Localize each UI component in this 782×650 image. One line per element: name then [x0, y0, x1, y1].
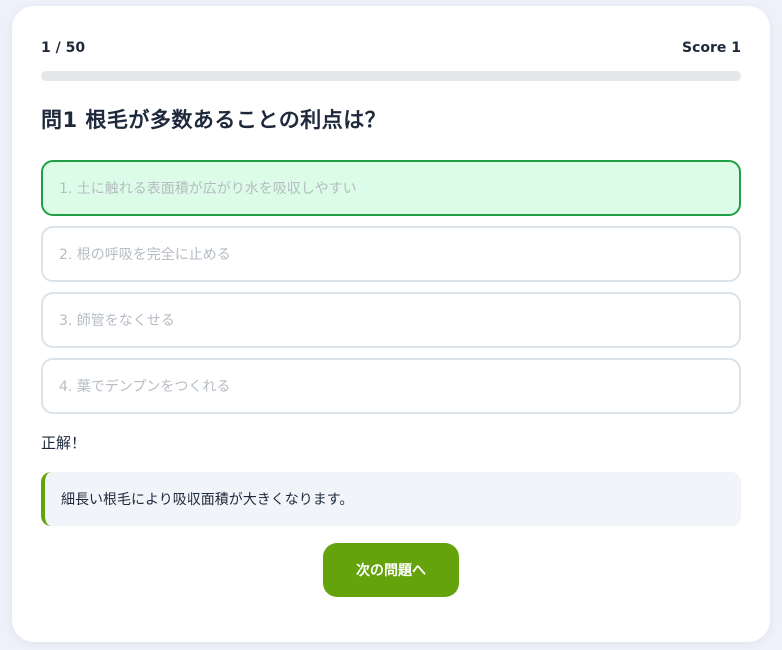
result-feedback: 正解！: [41, 434, 87, 452]
explanation-box: 細長い根毛により吸収面積が大きくなります。: [41, 472, 741, 526]
answer-option-label: 1. 土に触れる表面積が広がり水を吸収しやすい: [59, 181, 357, 197]
progress-bar: [41, 71, 741, 81]
explanation-text: 細長い根毛により吸収面積が大きくなります。: [61, 492, 354, 508]
answer-option-3[interactable]: 3. 師管をなくせる: [41, 292, 741, 348]
answer-option-label: 3. 師管をなくせる: [59, 313, 175, 329]
answer-options: 1. 土に触れる表面積が広がり水を吸収しやすい 2. 根の呼吸を完全に止める 3…: [41, 160, 741, 424]
answer-option-4[interactable]: 4. 葉でデンプンをつくれる: [41, 358, 741, 414]
answer-option-label: 2. 根の呼吸を完全に止める: [59, 247, 231, 263]
answer-option-label: 4. 葉でデンプンをつくれる: [59, 379, 231, 395]
score-display: Score 1: [681, 40, 741, 56]
question-text: 問1 根毛が多数あることの利点は？: [41, 108, 387, 132]
answer-option-2[interactable]: 2. 根の呼吸を完全に止める: [41, 226, 741, 282]
next-question-button[interactable]: 次の問題へ: [323, 543, 459, 597]
quiz-header: 1 / 50 Score 1: [41, 39, 741, 57]
quiz-card: 1 / 50 Score 1 問1 根毛が多数あることの利点は？ 1. 土に触れ…: [12, 6, 770, 642]
question-counter: 1 / 50: [41, 40, 86, 56]
answer-option-1[interactable]: 1. 土に触れる表面積が広がり水を吸収しやすい: [41, 160, 741, 216]
